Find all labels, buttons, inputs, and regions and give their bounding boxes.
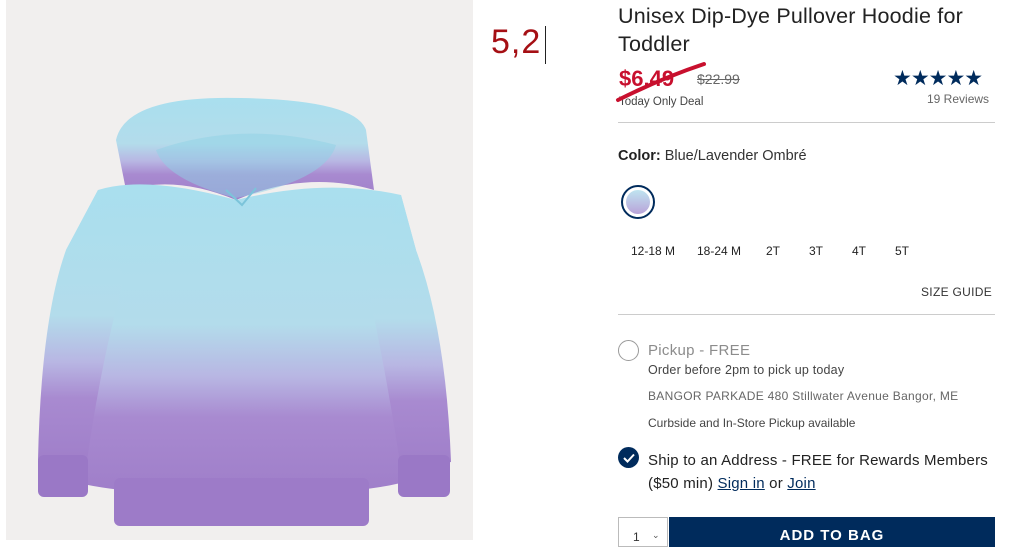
ship-option: Ship to an Address - FREE for Rewards Me… [648,449,998,495]
store-address: BANGOR PARKADE 480 Stillwater Avenue Ban… [648,389,959,403]
size-guide-link[interactable]: SIZE GUIDE [921,285,992,299]
size-option[interactable]: 18-24 M [697,244,741,258]
handwritten-note: 5,2 [491,23,542,61]
pickup-cutoff: Order before 2pm to pick up today [648,363,845,377]
or-text: or [769,475,783,492]
color-label: Color: [618,148,661,164]
quantity-value: 1 [633,530,640,544]
size-option[interactable]: 3T [809,244,823,258]
size-option[interactable]: 4T [852,244,866,258]
add-to-bag-button[interactable]: ADD TO BAG [669,517,995,547]
product-image[interactable] [6,0,473,540]
ship-label: Ship to an Address - FREE for Rewards Me… [648,452,988,492]
checkmark-icon [622,453,635,463]
curbside-note: Curbside and In-Store Pickup available [648,416,856,430]
divider [618,122,995,123]
color-swatch[interactable] [621,185,655,219]
product-title: Unisex Dip-Dye Pullover Hoodie for Toddl… [618,4,963,56]
ship-radio-checked[interactable] [618,447,639,468]
chevron-down-icon: ⌄ [652,530,660,540]
color-value: Blue/Lavender Ombré [664,148,807,164]
pickup-radio[interactable] [618,340,639,361]
size-option[interactable]: 2T [766,244,780,258]
strike-mark-icon [616,62,706,102]
sign-in-link[interactable]: Sign in [718,475,765,492]
pickup-label: Pickup - FREE [648,342,751,359]
swatch-fill [626,190,650,214]
text-cursor [545,26,546,64]
rating-stars[interactable]: ★★★★★ [893,66,983,91]
size-option[interactable]: 12-18 M [631,244,675,258]
size-option[interactable]: 5T [895,244,909,258]
reviews-link[interactable]: 19 Reviews [927,92,989,106]
quantity-select[interactable]: 1 [618,517,668,547]
join-link[interactable]: Join [787,475,815,492]
divider [618,314,995,315]
color-selection: Color: Blue/Lavender Ombré [618,148,807,164]
